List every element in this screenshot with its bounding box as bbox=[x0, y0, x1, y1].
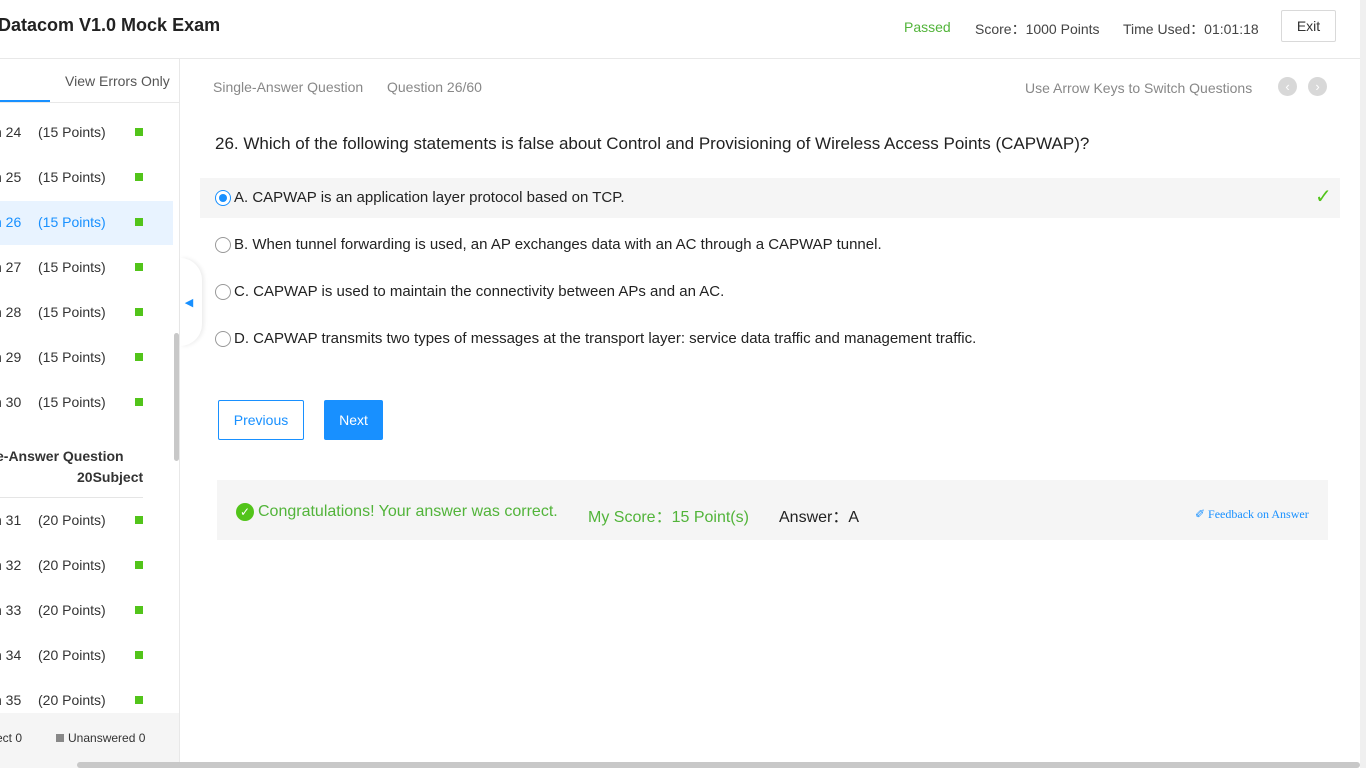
group-subject-count: 20Subject bbox=[77, 469, 144, 485]
question-number: n 27 bbox=[0, 259, 22, 275]
answered-indicator bbox=[135, 308, 143, 316]
question-counter: Question 26/60 bbox=[387, 79, 482, 95]
legend-correct-count: ect 0 bbox=[0, 731, 23, 745]
sidebar-item-q24[interactable]: n 24 (15 Points) bbox=[0, 111, 173, 155]
arrow-keys-hint: Use Arrow Keys to Switch Questions bbox=[1025, 80, 1253, 96]
chevron-right-icon: › bbox=[1315, 79, 1320, 94]
sidebar-tabs: View Errors Only bbox=[0, 59, 179, 103]
group-divider bbox=[0, 497, 143, 498]
question-number: n 30 bbox=[0, 394, 22, 410]
question-points: (15 Points) bbox=[38, 304, 106, 320]
sidebar-item-q28[interactable]: n 28 (15 Points) bbox=[0, 291, 173, 335]
sidebar-item-q34[interactable]: n 34 (20 Points) bbox=[0, 634, 173, 678]
question-points: (20 Points) bbox=[38, 692, 106, 708]
total-score: Score：1000 Points bbox=[975, 21, 1100, 37]
answered-indicator bbox=[135, 516, 143, 524]
question-points: (20 Points) bbox=[38, 602, 106, 618]
question-points: (15 Points) bbox=[38, 124, 106, 140]
question-number: n 29 bbox=[0, 349, 22, 365]
question-number: n 35 bbox=[0, 692, 22, 708]
correct-answer: Answer：A bbox=[779, 509, 860, 526]
answered-indicator bbox=[135, 353, 143, 361]
sidebar-item-q29[interactable]: n 29 (15 Points) bbox=[0, 336, 173, 380]
congrats-message: Congratulations! Your answer was correct… bbox=[258, 503, 558, 520]
next-button[interactable]: Next bbox=[324, 400, 383, 440]
question-number: n 33 bbox=[0, 602, 22, 618]
radio-c[interactable] bbox=[215, 284, 231, 300]
sidebar-item-q27[interactable]: n 27 (15 Points) bbox=[0, 246, 173, 290]
question-points: (15 Points) bbox=[38, 169, 106, 185]
question-number: n 32 bbox=[0, 557, 22, 573]
exit-button[interactable]: Exit bbox=[1281, 10, 1336, 42]
sidebar-item-q26[interactable]: n 26 (15 Points) bbox=[0, 201, 173, 245]
answered-indicator bbox=[135, 218, 143, 226]
question-points: (15 Points) bbox=[38, 214, 106, 230]
answered-indicator bbox=[135, 561, 143, 569]
caret-left-icon: ◀ bbox=[184, 296, 194, 309]
question-text: 26. Which of the following statements is… bbox=[215, 134, 1090, 153]
correct-check-icon: ✓ bbox=[1315, 186, 1332, 208]
legend-unanswered-count: Unanswered 0 bbox=[68, 731, 146, 745]
legend-unanswered: Unanswered 0 bbox=[56, 731, 145, 745]
question-points: (15 Points) bbox=[38, 349, 106, 365]
sidebar-item-q31[interactable]: n 31 (20 Points) bbox=[0, 499, 173, 543]
question-number: n 28 bbox=[0, 304, 22, 320]
sidebar-item-q32[interactable]: n 32 (20 Points) bbox=[0, 544, 173, 588]
page-vertical-scrollbar[interactable] bbox=[1360, 0, 1366, 768]
question-number: n 26 bbox=[0, 214, 22, 230]
radio-d[interactable] bbox=[215, 331, 231, 347]
header-bar: Datacom V1.0 Mock Exam Passed Score：1000… bbox=[0, 0, 1366, 59]
option-d-text: D. CAPWAP transmits two types of message… bbox=[234, 330, 977, 347]
group-title: e-Answer Question bbox=[0, 448, 124, 464]
answered-indicator bbox=[135, 173, 143, 181]
option-a-text: A. CAPWAP is an application layer protoc… bbox=[234, 189, 625, 206]
question-type: Single-Answer Question bbox=[213, 79, 364, 95]
question-number: n 24 bbox=[0, 124, 22, 140]
sidebar-item-q30[interactable]: n 30 (15 Points) bbox=[0, 381, 173, 425]
sidebar-item-q33[interactable]: n 33 (20 Points) bbox=[0, 589, 173, 633]
question-sidebar: View Errors Only n 24 (15 Points) n 25 (… bbox=[0, 59, 180, 768]
question-points: (20 Points) bbox=[38, 512, 106, 528]
success-check-icon: ✓ bbox=[236, 503, 254, 521]
option-b[interactable]: B. When tunnel forwarding is used, an AP… bbox=[200, 225, 1340, 265]
previous-button[interactable]: Previous bbox=[218, 400, 304, 440]
radio-a[interactable] bbox=[215, 190, 231, 206]
option-a[interactable]: A. CAPWAP is an application layer protoc… bbox=[200, 178, 1340, 218]
option-d[interactable]: D. CAPWAP transmits two types of message… bbox=[200, 319, 1340, 359]
result-panel: ✓ Congratulations! Your answer was corre… bbox=[217, 480, 1328, 540]
unanswered-swatch-icon bbox=[56, 733, 64, 742]
chevron-left-icon: ‹ bbox=[1285, 79, 1290, 94]
next-arrow-button[interactable]: › bbox=[1308, 77, 1327, 96]
answered-indicator bbox=[135, 606, 143, 614]
prev-arrow-button[interactable]: ‹ bbox=[1278, 77, 1297, 96]
question-number: n 34 bbox=[0, 647, 22, 663]
page-horizontal-scrollbar[interactable] bbox=[77, 762, 1360, 768]
sidebar-collapse-toggle[interactable]: ◀ bbox=[180, 258, 202, 346]
option-b-text: B. When tunnel forwarding is used, an AP… bbox=[234, 236, 882, 253]
question-number: n 25 bbox=[0, 169, 22, 185]
question-points: (20 Points) bbox=[38, 557, 106, 573]
option-c[interactable]: C. CAPWAP is used to maintain the connec… bbox=[200, 272, 1340, 312]
question-points: (20 Points) bbox=[38, 647, 106, 663]
status-passed: Passed bbox=[904, 19, 951, 35]
question-number: n 31 bbox=[0, 512, 22, 528]
tab-view-errors-only[interactable]: View Errors Only bbox=[65, 73, 170, 89]
answered-indicator bbox=[135, 651, 143, 659]
answered-indicator bbox=[135, 398, 143, 406]
legend-bar: ect 0 Unanswered 0 bbox=[0, 713, 179, 768]
sidebar-scrollbar[interactable] bbox=[174, 333, 179, 461]
feedback-link[interactable]: ✐ Feedback on Answer bbox=[1195, 507, 1309, 522]
my-score: My Score：15 Point(s) bbox=[588, 509, 749, 526]
time-used: Time Used：01:01:18 bbox=[1123, 21, 1259, 37]
question-points: (15 Points) bbox=[38, 394, 106, 410]
tab-all-questions[interactable] bbox=[0, 100, 50, 102]
answered-indicator bbox=[135, 696, 143, 704]
option-c-text: C. CAPWAP is used to maintain the connec… bbox=[234, 283, 725, 300]
app-title: Datacom V1.0 Mock Exam bbox=[0, 15, 221, 35]
answered-indicator bbox=[135, 263, 143, 271]
radio-b[interactable] bbox=[215, 237, 231, 253]
sidebar-item-q25[interactable]: n 25 (15 Points) bbox=[0, 156, 173, 200]
answered-indicator bbox=[135, 128, 143, 136]
question-points: (15 Points) bbox=[38, 259, 106, 275]
